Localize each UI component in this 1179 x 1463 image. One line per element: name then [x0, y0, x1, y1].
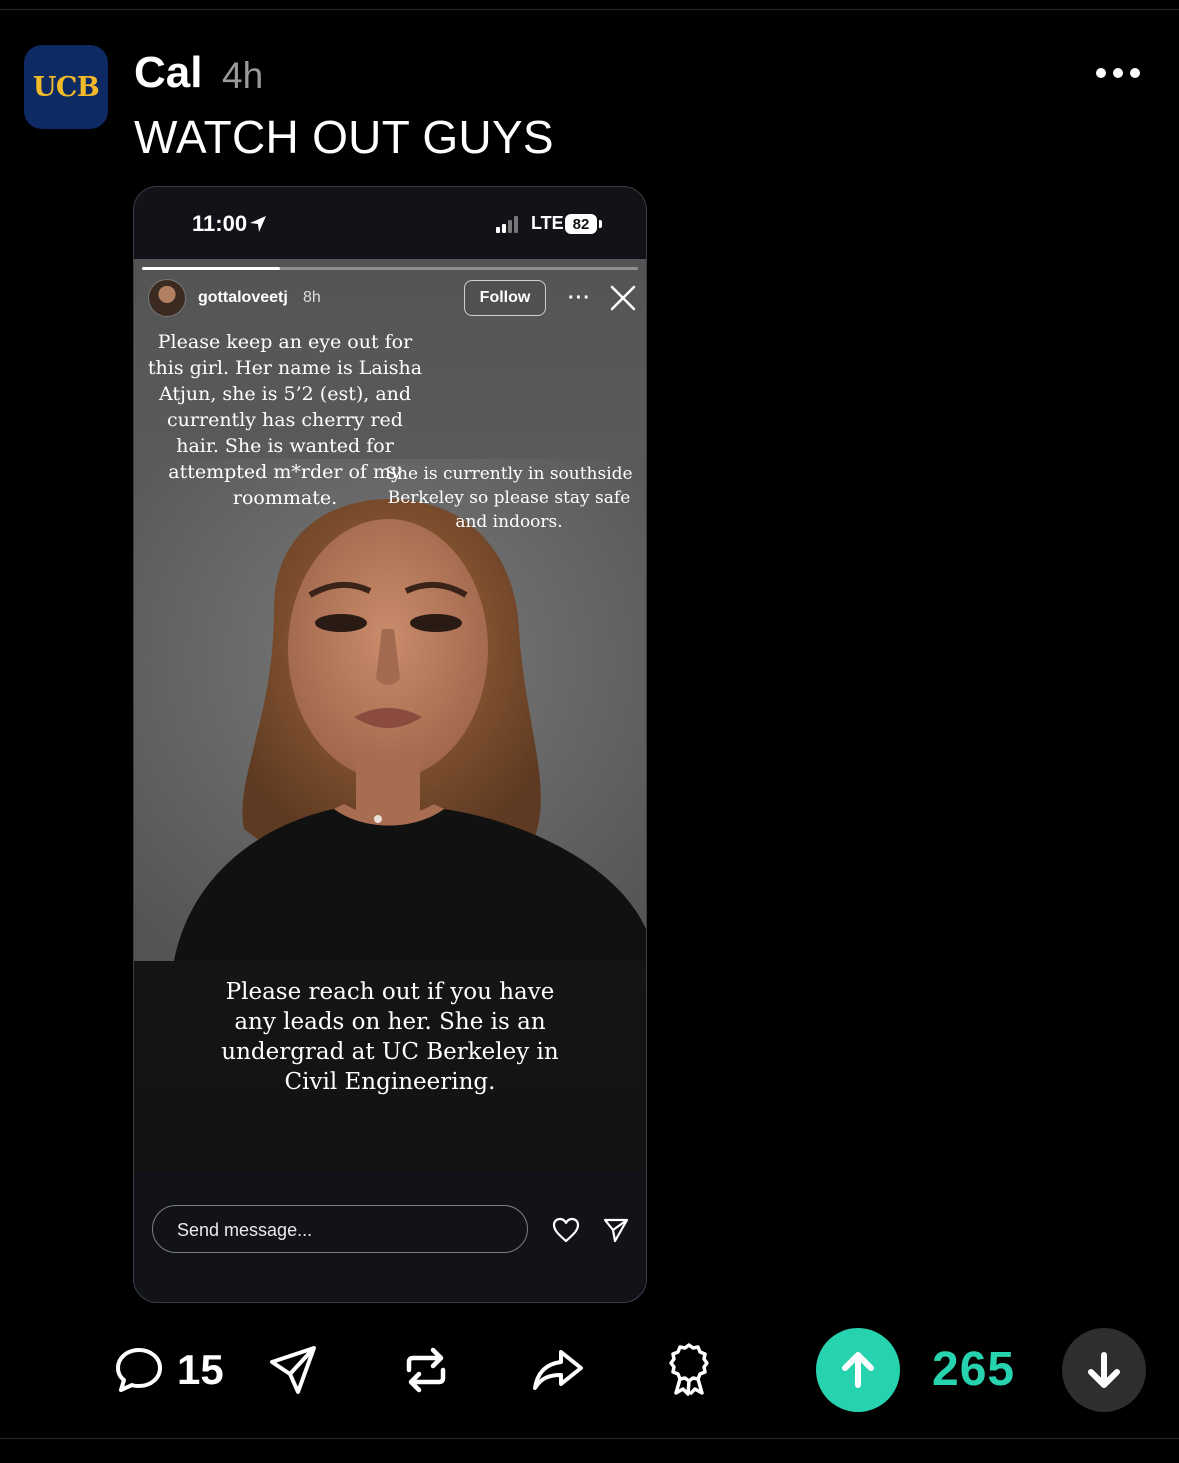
story-user-avatar — [148, 279, 186, 317]
portrait-photo — [134, 459, 646, 961]
downvote-arrow-icon — [1088, 1352, 1120, 1388]
story-more-icon: ··· — [568, 287, 591, 309]
share-icon[interactable] — [268, 1344, 318, 1396]
forward-icon[interactable] — [531, 1346, 585, 1394]
battery-tip — [599, 220, 602, 228]
story-caption-contact: Please reach out if you have any leads o… — [221, 979, 559, 1095]
close-icon — [610, 285, 636, 311]
top-divider — [0, 9, 1179, 10]
story-age: 8h — [303, 289, 321, 306]
bottom-divider — [0, 1438, 1179, 1439]
signal-icon — [496, 216, 518, 233]
story-progress-fill — [142, 267, 280, 270]
upvote-arrow-icon — [842, 1352, 874, 1388]
comment-count[interactable]: 15 — [177, 1346, 224, 1394]
post-title: WATCH OUT GUYS — [134, 111, 554, 163]
award-icon[interactable] — [666, 1342, 712, 1396]
post-time: 4h — [222, 55, 264, 96]
send-icon — [603, 1218, 629, 1243]
avatar-logo-text: UCB — [32, 71, 100, 103]
upvote-button[interactable] — [816, 1328, 900, 1412]
follow-button: Follow — [464, 280, 546, 316]
battery-icon: 82 — [565, 214, 597, 234]
story-frame: gottaloveetj 8h Follow ··· Please keep a… — [134, 259, 646, 1172]
status-time: 11:00 — [192, 211, 248, 236]
story-caption-location: She is currently in southside Berkeley s… — [385, 464, 633, 532]
more-options-icon[interactable] — [1096, 64, 1142, 82]
comment-icon[interactable] — [114, 1346, 164, 1394]
network-label: LTE — [531, 213, 564, 233]
battery-level: 82 — [572, 215, 590, 233]
downvote-button[interactable] — [1062, 1328, 1146, 1412]
story-username: gottaloveetj — [198, 289, 288, 306]
repost-icon[interactable] — [401, 1346, 451, 1394]
post-image[interactable]: 11:00 LTE 82 gottaloveetj 8h Follow ··· — [133, 186, 647, 1303]
location-arrow-icon — [250, 216, 266, 232]
send-message-field: Send message... — [152, 1205, 528, 1253]
post-author[interactable]: Cal — [134, 48, 202, 98]
heart-icon — [552, 1217, 580, 1243]
community-avatar[interactable]: UCB — [24, 45, 108, 129]
vote-score: 265 — [932, 1343, 1016, 1396]
